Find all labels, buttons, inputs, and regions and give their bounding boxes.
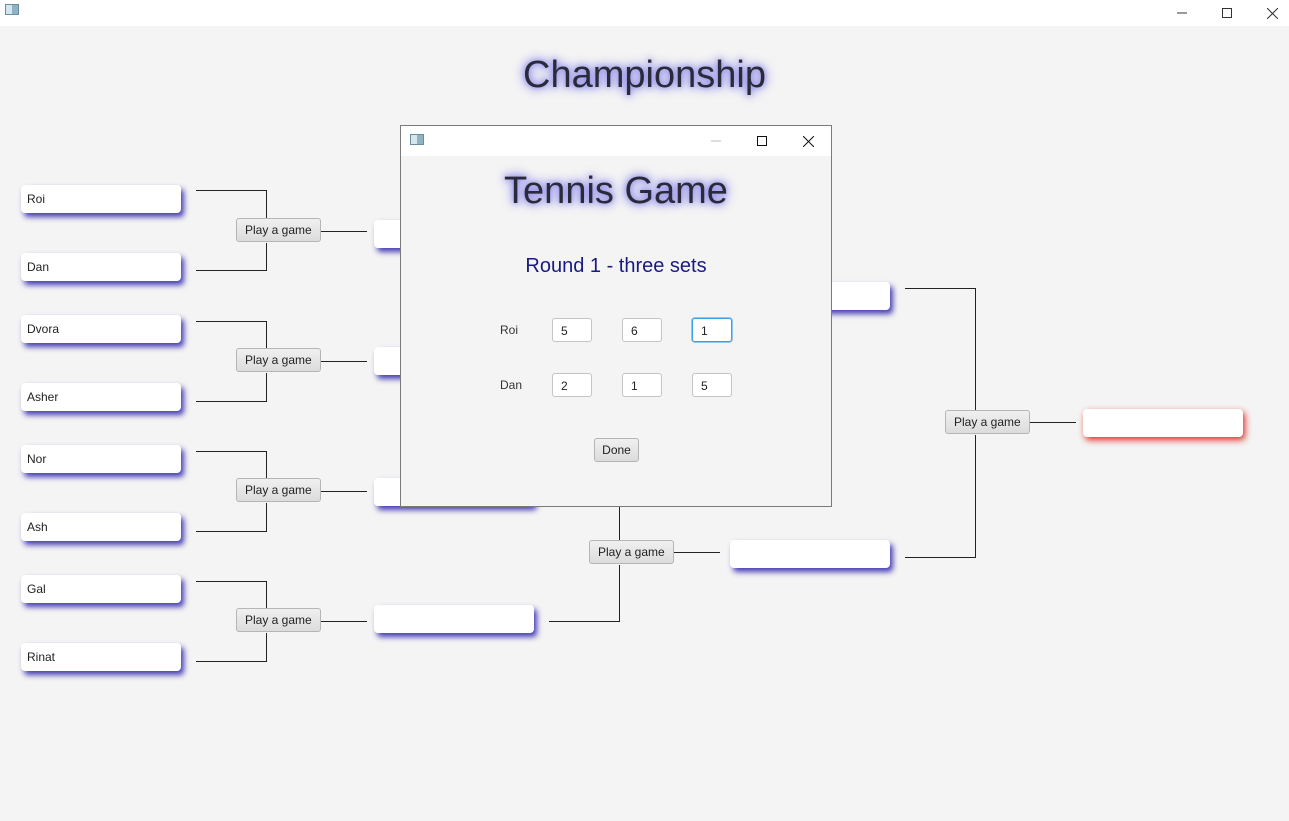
close-icon — [1266, 7, 1278, 19]
play-game-button[interactable]: Play a game — [236, 478, 321, 502]
winner-box — [374, 605, 534, 633]
close-icon — [802, 135, 814, 147]
dialog-close-button[interactable] — [785, 128, 831, 154]
tennis-game-dialog: Tennis Game Round 1 - three sets Roi 5 6… — [400, 125, 832, 507]
dialog-title: Tennis Game — [504, 170, 728, 212]
minimize-icon — [711, 140, 721, 142]
play-game-button[interactable]: Play a game — [236, 348, 321, 372]
bracket-line — [317, 491, 367, 492]
score-row-player-label: Roi — [500, 323, 519, 337]
bracket-line — [266, 633, 267, 661]
semifinal-winner-box — [730, 540, 890, 568]
score-row-player-label: Dan — [500, 378, 523, 392]
maximize-icon — [757, 136, 767, 146]
set-2-score-input[interactable]: 1 — [622, 373, 662, 397]
app-icon — [410, 134, 424, 145]
bracket-line — [619, 565, 620, 622]
set-3-score-input[interactable]: 1 — [692, 318, 732, 342]
bracket-line — [266, 321, 267, 348]
player-box-dan: Dan — [21, 253, 181, 281]
set-1-score-input[interactable]: 2 — [552, 373, 592, 397]
bracket-line — [317, 361, 367, 362]
bracket-line — [266, 373, 267, 401]
bracket-line — [266, 243, 267, 271]
bracket-line — [266, 503, 267, 531]
bracket-line — [196, 531, 267, 532]
dialog-maximize-button[interactable] — [739, 128, 785, 154]
player-box-ash: Ash — [21, 513, 181, 541]
close-button[interactable] — [1249, 0, 1289, 26]
player-box-roi: Roi — [21, 185, 181, 213]
app-icon — [5, 4, 19, 15]
player-box-gal: Gal — [21, 575, 181, 603]
set-3-score-input[interactable]: 5 — [692, 373, 732, 397]
player-box-asher: Asher — [21, 383, 181, 411]
play-game-button[interactable]: Play a game — [236, 608, 321, 632]
bracket-line — [549, 621, 620, 622]
dialog-minimize-button[interactable] — [693, 128, 739, 154]
set-2-score-input[interactable]: 6 — [622, 318, 662, 342]
bracket-line — [196, 451, 267, 452]
player-box-rinat: Rinat — [21, 643, 181, 671]
bracket-line — [196, 321, 267, 322]
bracket-line — [196, 190, 267, 191]
round-label: Round 1 - three sets — [525, 255, 707, 277]
bracket-line — [619, 506, 620, 540]
player-box-nor: Nor — [21, 445, 181, 473]
player-box-dvora: Dvora — [21, 315, 181, 343]
set-1-score-input[interactable]: 5 — [552, 318, 592, 342]
bracket-line — [196, 401, 267, 402]
bracket-line — [317, 231, 367, 232]
bracket-line — [1026, 422, 1076, 423]
bracket-line — [975, 435, 976, 558]
play-game-button[interactable]: Play a game — [945, 410, 1030, 434]
minimize-icon — [1177, 12, 1187, 14]
bracket-line — [196, 270, 267, 271]
done-button[interactable]: Done — [594, 438, 639, 462]
bracket-line — [266, 451, 267, 478]
maximize-icon — [1222, 8, 1232, 18]
bracket-line — [317, 621, 367, 622]
champion-box — [1083, 409, 1243, 437]
bracket-line — [196, 661, 267, 662]
minimize-button[interactable] — [1159, 0, 1205, 26]
play-game-button[interactable]: Play a game — [236, 218, 321, 242]
bracket-line — [266, 581, 267, 608]
bracket-line — [905, 557, 976, 558]
page-title: Championship — [523, 54, 766, 96]
bracket-line — [266, 190, 267, 218]
play-game-button[interactable]: Play a game — [589, 540, 674, 564]
bracket-line — [196, 581, 267, 582]
dialog-titlebar — [401, 126, 831, 156]
window-titlebar — [0, 0, 1289, 26]
bracket-line — [975, 288, 976, 410]
bracket-line — [905, 288, 976, 289]
maximize-button[interactable] — [1204, 0, 1250, 26]
bracket-line — [670, 552, 720, 553]
